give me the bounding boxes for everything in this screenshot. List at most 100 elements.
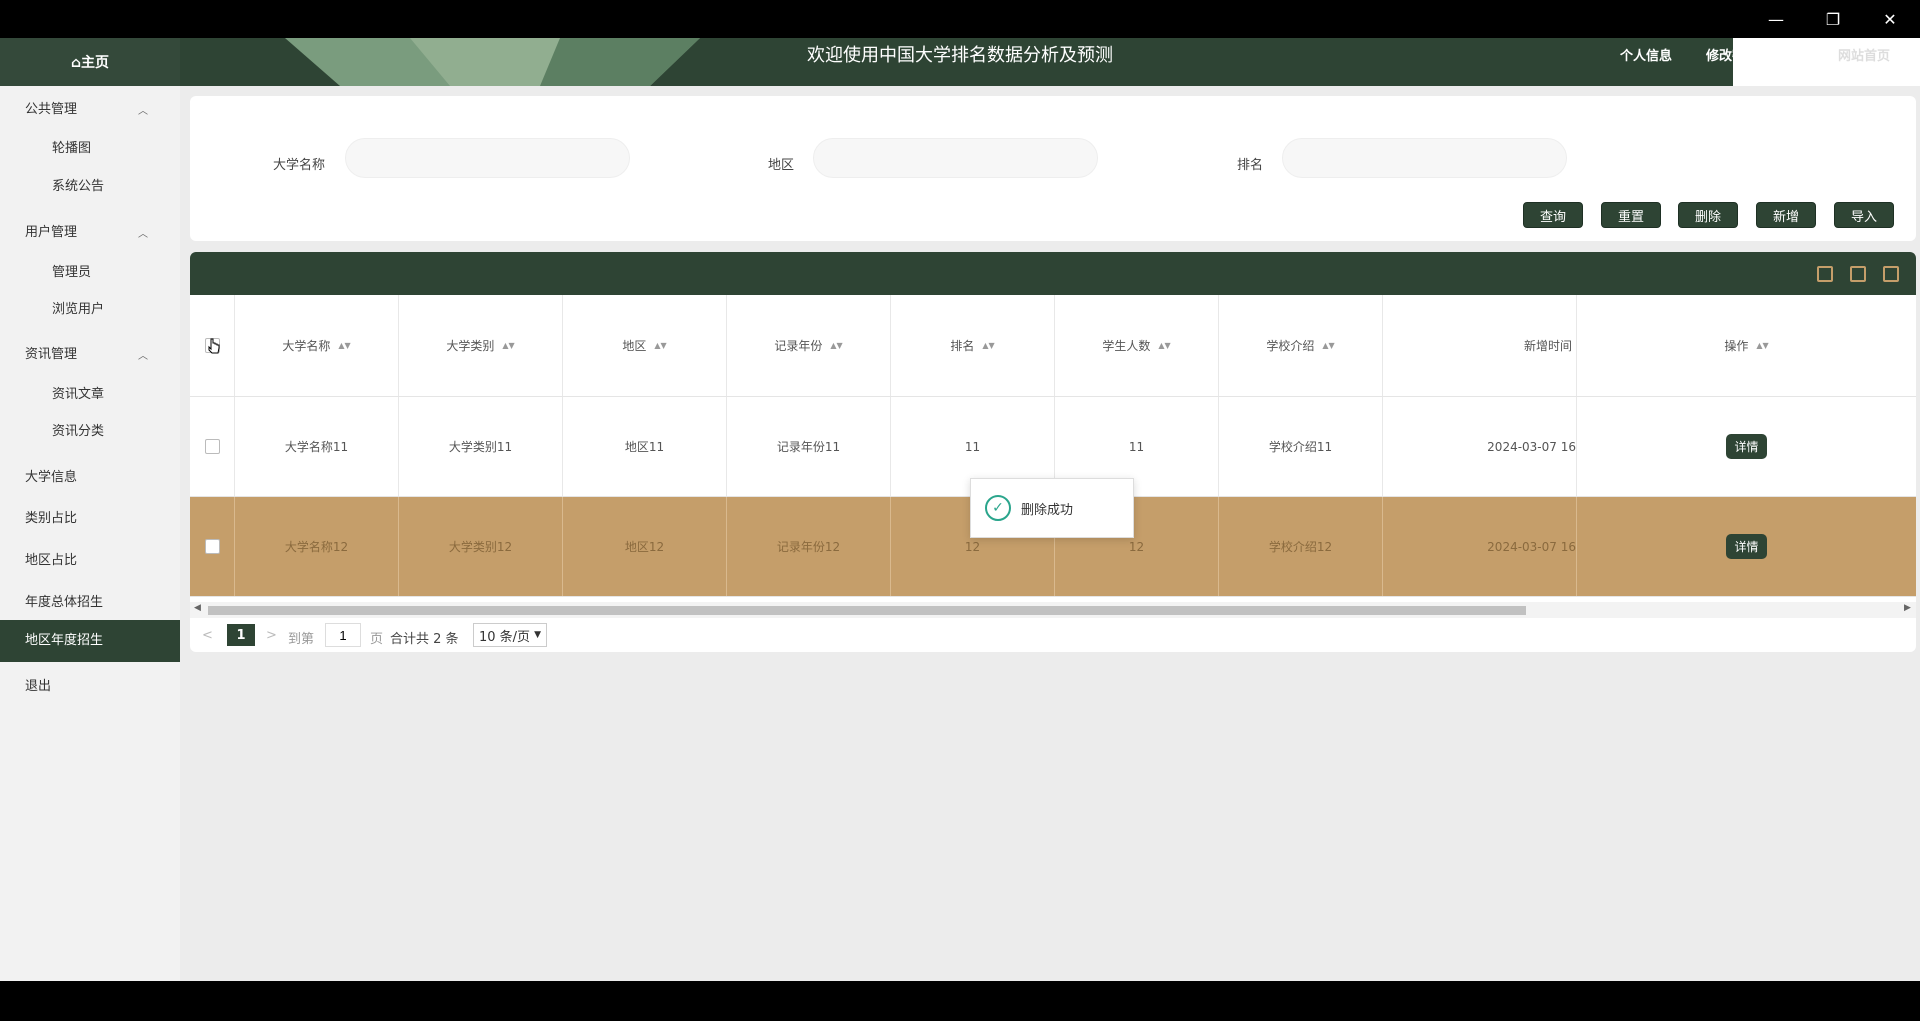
cell-action: 详情: [1577, 397, 1916, 496]
column-header-students[interactable]: 学生人数 ▲▼: [1055, 295, 1219, 396]
change-password-link[interactable]: 修改密码: [1706, 38, 1758, 76]
university-name-input[interactable]: [345, 138, 630, 178]
detail-button[interactable]: 详情: [1726, 534, 1767, 559]
sort-icon[interactable]: ▲▼: [502, 341, 514, 349]
goto-prefix: 到第: [288, 632, 315, 647]
site-home-link[interactable]: 网站首页: [1838, 38, 1890, 76]
search-panel: 大学名称 地区 排名 查询 重置 删除 新增 导入: [190, 96, 1916, 241]
app-header: ⌂主页 欢迎使用中国大学排名数据分析及预测 个人信息 修改密码 网站首页: [0, 38, 1920, 86]
sidebar-item-admin[interactable]: 管理员: [52, 261, 91, 280]
sort-icon[interactable]: ▲▼: [1158, 341, 1170, 349]
sidebar-item-news-categories[interactable]: 资讯分类: [52, 420, 104, 439]
chevron-down-icon: ▼: [534, 630, 541, 640]
sidebar-item-notice[interactable]: 系统公告: [52, 175, 104, 194]
sidebar-item-university-info[interactable]: 大学信息: [25, 466, 77, 485]
sort-icon[interactable]: ▲▼: [338, 341, 350, 349]
page-size-select[interactable]: 10 条/页 ▼: [473, 623, 547, 647]
cell-region: 地区11: [563, 397, 727, 496]
profile-link[interactable]: 个人信息: [1620, 38, 1672, 76]
cell-created: 2024-03-07 16: [1383, 397, 1577, 496]
column-label: 排名: [950, 339, 975, 353]
detail-button[interactable]: 详情: [1726, 434, 1767, 459]
page-title: 欢迎使用中国大学排名数据分析及预测: [807, 45, 1113, 66]
sort-icon[interactable]: ▲▼: [654, 341, 666, 349]
window-titlebar: — ❐ ✕: [0, 0, 1920, 38]
rank-input[interactable]: [1282, 138, 1567, 178]
add-button[interactable]: 新增: [1756, 202, 1816, 228]
horizontal-scrollbar[interactable]: ◀ ▶: [190, 602, 1916, 618]
sidebar-item-region-annual-enrollment[interactable]: 地区年度招生: [0, 620, 180, 662]
column-label: 记录年份: [774, 339, 823, 353]
column-label: 大学类别: [446, 339, 495, 353]
column-header-name[interactable]: 大学名称 ▲▼: [235, 295, 399, 396]
column-header-action: 操作 ▲▼: [1577, 295, 1916, 396]
delete-button[interactable]: 删除: [1678, 202, 1738, 228]
column-header-rank[interactable]: 排名 ▲▼: [891, 295, 1055, 396]
rank-label: 排名: [1237, 158, 1264, 173]
scroll-right-icon[interactable]: ▶: [1904, 603, 1911, 613]
maximize-icon[interactable]: ❐: [1805, 0, 1861, 38]
column-header-intro[interactable]: 学校介绍 ▲▼: [1219, 295, 1383, 396]
sidebar-group-news[interactable]: 资讯管理: [25, 343, 77, 362]
search-button[interactable]: 查询: [1523, 202, 1583, 228]
next-page-icon[interactable]: >: [266, 628, 277, 643]
sidebar-item-logout[interactable]: 退出: [25, 675, 51, 694]
sidebar-group-users[interactable]: 用户管理: [25, 221, 77, 240]
sidebar: 公共管理 ︿ 轮播图 系统公告 用户管理 ︿ 管理员 浏览用户 资讯管理 ︿ 资…: [0, 86, 180, 981]
sort-icon[interactable]: ▲▼: [1756, 341, 1768, 349]
row-checkbox[interactable]: [204, 539, 220, 554]
sidebar-group-public[interactable]: 公共管理: [25, 98, 77, 117]
sidebar-item-carousel[interactable]: 轮播图: [52, 137, 91, 156]
home-link[interactable]: ⌂主页: [0, 38, 180, 86]
export-icon[interactable]: [1850, 266, 1866, 282]
column-label: 操作: [1724, 339, 1749, 353]
page-1-button[interactable]: 1: [227, 624, 255, 646]
chevron-up-icon[interactable]: ︿: [138, 225, 148, 240]
column-header-year[interactable]: 记录年份 ▲▼: [727, 295, 891, 396]
chevron-up-icon[interactable]: ︿: [138, 102, 148, 117]
goto-page-input[interactable]: [325, 623, 361, 647]
cell-type: 大学类别11: [399, 397, 563, 496]
row-checkbox[interactable]: [204, 439, 220, 454]
cell-created: 2024-03-07 16: [1383, 497, 1577, 596]
cell-year: 记录年份11: [727, 397, 891, 496]
print-icon[interactable]: [1883, 266, 1899, 282]
sidebar-item-news-articles[interactable]: 资讯文章: [52, 383, 104, 402]
prev-page-icon[interactable]: <: [202, 628, 213, 643]
filter-icon[interactable]: [1817, 266, 1833, 282]
cell-type: 大学类别12: [399, 497, 563, 596]
row-select-cell: [190, 497, 235, 596]
table-header: 大学名称 ▲▼ 大学类别 ▲▼ 地区 ▲▼ 记录年份 ▲▼ 排名 ▲▼ 学生人数 ▲▼ 学校…: [190, 295, 1916, 397]
column-header-created[interactable]: 新增时间: [1383, 295, 1577, 396]
reset-button[interactable]: 重置: [1601, 202, 1661, 228]
scrollbar-thumb[interactable]: [208, 606, 1526, 615]
region-input[interactable]: [813, 138, 1098, 178]
chevron-up-icon[interactable]: ︿: [138, 347, 148, 362]
university-name-label: 大学名称: [273, 158, 326, 173]
sort-icon[interactable]: ▲▼: [1322, 341, 1334, 349]
sidebar-item-category-ratio[interactable]: 类别占比: [25, 507, 77, 526]
check-circle-icon: ✓: [985, 495, 1011, 521]
region-label: 地区: [768, 158, 795, 173]
sidebar-item-region-ratio[interactable]: 地区占比: [25, 549, 77, 568]
goto-suffix: 页: [370, 632, 384, 647]
table-panel: 大学名称 ▲▼ 大学类别 ▲▼ 地区 ▲▼ 记录年份 ▲▼ 排名 ▲▼ 学生人数 ▲▼ 学校…: [190, 252, 1916, 652]
page-size-value: 10 条/页: [479, 629, 531, 645]
minimize-icon[interactable]: —: [1748, 0, 1804, 38]
column-label: 学校介绍: [1266, 339, 1315, 353]
sidebar-item-annual-enrollment[interactable]: 年度总体招生: [25, 591, 103, 610]
cell-name: 大学名称11: [235, 397, 399, 496]
column-header-region[interactable]: 地区 ▲▼: [563, 295, 727, 396]
cell-intro: 学校介绍11: [1219, 397, 1383, 496]
sidebar-item-browse-users[interactable]: 浏览用户: [52, 298, 104, 317]
cell-year: 记录年份12: [727, 497, 891, 596]
scroll-left-icon[interactable]: ◀: [194, 603, 201, 613]
sort-icon[interactable]: ▲▼: [830, 341, 842, 349]
taskbar: [0, 981, 1920, 1021]
close-icon[interactable]: ✕: [1862, 0, 1918, 38]
sort-icon[interactable]: ▲▼: [982, 341, 994, 349]
column-header-type[interactable]: 大学类别 ▲▼: [399, 295, 563, 396]
total-count: 合计共 2 条: [390, 632, 459, 647]
column-label: 地区: [622, 339, 647, 353]
import-button[interactable]: 导入: [1834, 202, 1894, 228]
